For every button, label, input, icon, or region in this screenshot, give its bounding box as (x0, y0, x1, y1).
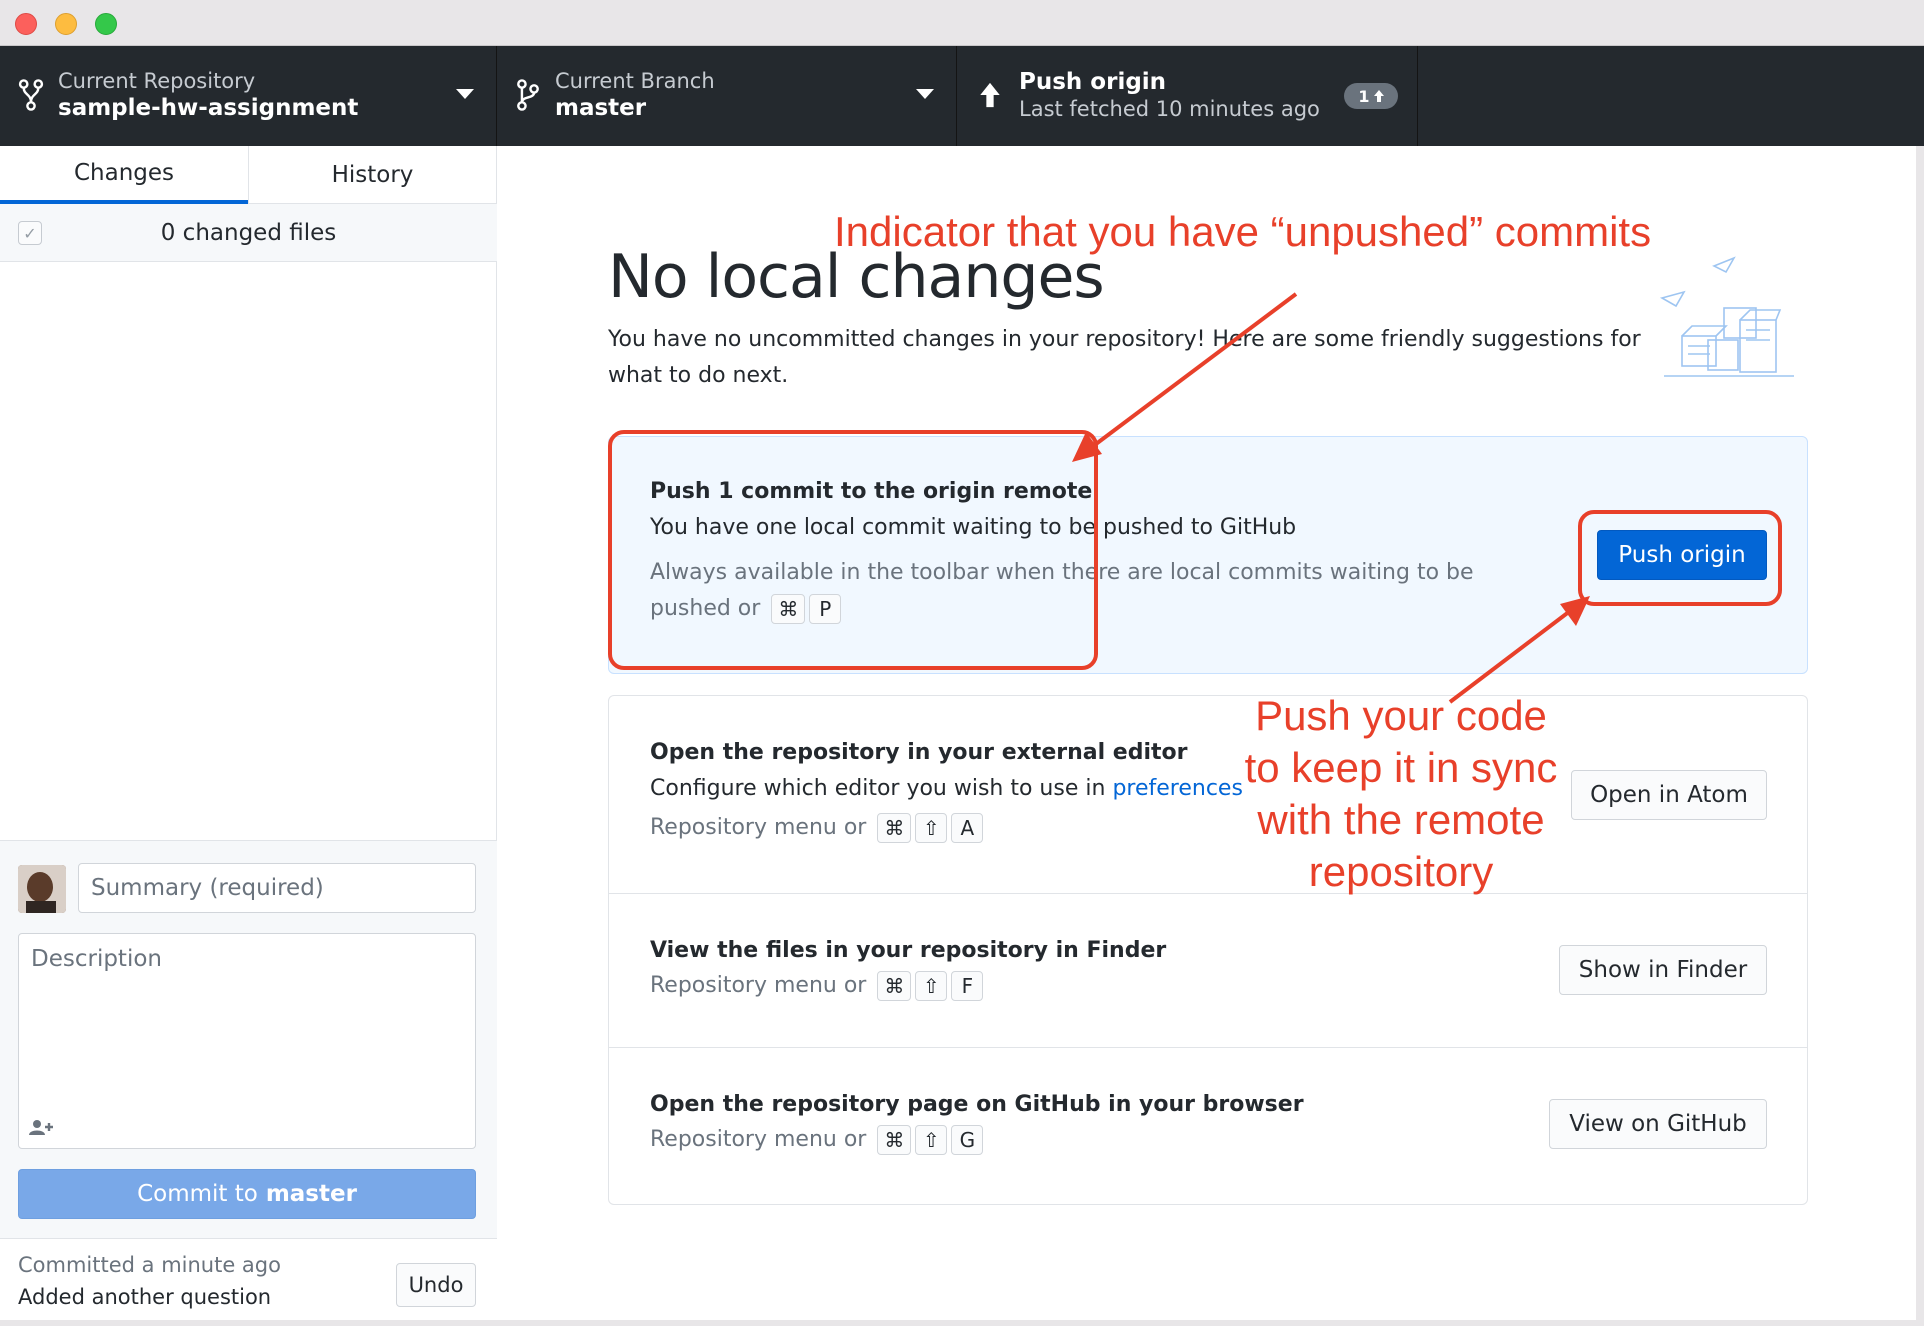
open-editor-title: Open the repository in your external edi… (650, 740, 1188, 765)
commit-button[interactable]: Commit to master (18, 1169, 476, 1219)
suggestions-card: Open the repository in your external edi… (608, 695, 1808, 1205)
annotation-unpushed-indicator: Indicator that you have “unpushed” commi… (834, 208, 1652, 255)
sidebar: Changes History 0 changed files ✓ Commit… (0, 146, 497, 1326)
tab-changes[interactable]: Changes (0, 146, 248, 204)
repository-label: Current Repository (58, 69, 256, 93)
current-branch-dropdown[interactable]: Current Branch master (497, 46, 957, 146)
shift-key: ⇧ (915, 971, 948, 1001)
command-key: ⌘ (877, 813, 912, 843)
changed-files-count: 0 changed files (160, 220, 337, 246)
last-commit-summary: Committed a minute ago Added another que… (0, 1238, 497, 1326)
show-in-finder-hint: Repository menu or ⌘ ⇧ F (650, 968, 984, 1004)
push-origin-toolbar-button[interactable]: Push origin Last fetched 10 minutes ago … (957, 46, 1418, 146)
annotation-line: Push your code (1255, 692, 1547, 739)
push-title: Push origin (1019, 69, 1167, 95)
view-on-github-title: Open the repository page on GitHub in yo… (650, 1092, 1304, 1117)
window-edge (0, 1320, 1924, 1326)
add-co-author-icon[interactable] (29, 1118, 55, 1136)
annotation-line: repository (1308, 848, 1494, 895)
main-content: No local changes You have no uncommitted… (497, 146, 1924, 1326)
empty-state-illustration (1659, 256, 1794, 377)
view-on-github-row: Open the repository page on GitHub in yo… (609, 1048, 1807, 1204)
annotation-line: with the remote (1257, 796, 1545, 843)
open-editor-description: Configure which editor you wish to use i… (650, 776, 1243, 801)
commit-branch-name: master (265, 1181, 357, 1207)
undo-button[interactable]: Undo (396, 1263, 476, 1307)
avatar (18, 865, 66, 913)
page-description: You have no uncommitted changes in your … (608, 327, 1641, 388)
g-key: G (951, 1125, 984, 1155)
tab-history[interactable]: History (248, 146, 496, 204)
open-editor-description-text: Configure which editor you wish to use i… (650, 776, 1106, 801)
avatar-image (18, 865, 66, 913)
commit-button-label: Commit to (137, 1181, 258, 1207)
description-box (18, 933, 476, 1149)
annotation-highlight-push-button (1578, 510, 1782, 606)
view-on-github-hint-text: Repository menu or (650, 1127, 867, 1152)
select-all-checkbox[interactable]: ✓ (18, 221, 42, 245)
shift-key: ⇧ (915, 1125, 948, 1155)
branch-name: master (555, 95, 647, 121)
a-key: A (951, 813, 984, 843)
open-in-atom-button[interactable]: Open in Atom (1571, 770, 1767, 820)
window-titlebar (0, 0, 1924, 46)
arrow-up-icon (980, 82, 1000, 108)
current-repository-dropdown[interactable]: Current Repository sample-hw-assignment (0, 46, 497, 146)
command-key: ⌘ (877, 1125, 912, 1155)
branch-label: Current Branch (555, 69, 715, 93)
zoom-window-button[interactable] (95, 13, 117, 35)
repo-fork-icon (18, 79, 44, 111)
changed-files-header: 0 changed files ✓ (0, 204, 497, 262)
f-key: F (951, 971, 984, 1001)
minimize-window-button[interactable] (55, 13, 77, 35)
branch-icon (517, 79, 539, 111)
annotation-highlight-push-card (608, 430, 1098, 670)
window-edge (1916, 146, 1924, 1326)
open-editor-hint: Repository menu or ⌘ ⇧ A (650, 810, 984, 846)
annotation-line: to keep it in sync (1244, 744, 1558, 791)
sidebar-tabs: Changes History (0, 146, 497, 204)
arrow-up-small-icon (1373, 90, 1384, 102)
summary-input[interactable] (78, 863, 476, 913)
preferences-link[interactable]: preferences (1112, 776, 1242, 801)
shift-key: ⇧ (915, 813, 948, 843)
open-editor-row: Open the repository in your external edi… (609, 696, 1807, 894)
open-editor-hint-text: Repository menu or (650, 815, 867, 840)
show-in-finder-title: View the files in your repository in Fin… (650, 938, 1167, 963)
last-commit-message: Added another question (18, 1285, 272, 1309)
caret-down-icon (456, 89, 474, 99)
last-fetched-text: Last fetched 10 minutes ago (1019, 97, 1320, 121)
view-on-github-hint: Repository menu or ⌘ ⇧ G (650, 1122, 984, 1158)
caret-down-icon (916, 89, 934, 99)
description-input[interactable] (19, 934, 475, 1104)
close-window-button[interactable] (15, 13, 37, 35)
show-in-finder-button[interactable]: Show in Finder (1559, 945, 1767, 995)
commit-form: Commit to master (0, 840, 497, 1242)
unpushed-commits-badge: 1 (1344, 83, 1398, 109)
show-in-finder-row: View the files in your repository in Fin… (609, 894, 1807, 1048)
unpushed-count: 1 (1358, 86, 1370, 106)
annotation-push-explanation: Push your code to keep it in sync with t… (1238, 690, 1564, 898)
view-on-github-button[interactable]: View on GitHub (1549, 1099, 1767, 1149)
last-commit-time: Committed a minute ago (18, 1253, 281, 1277)
toolbar: Current Repository sample-hw-assignment … (0, 46, 1924, 146)
show-in-finder-hint-text: Repository menu or (650, 973, 867, 998)
command-key: ⌘ (877, 971, 912, 1001)
repository-name: sample-hw-assignment (58, 95, 359, 121)
